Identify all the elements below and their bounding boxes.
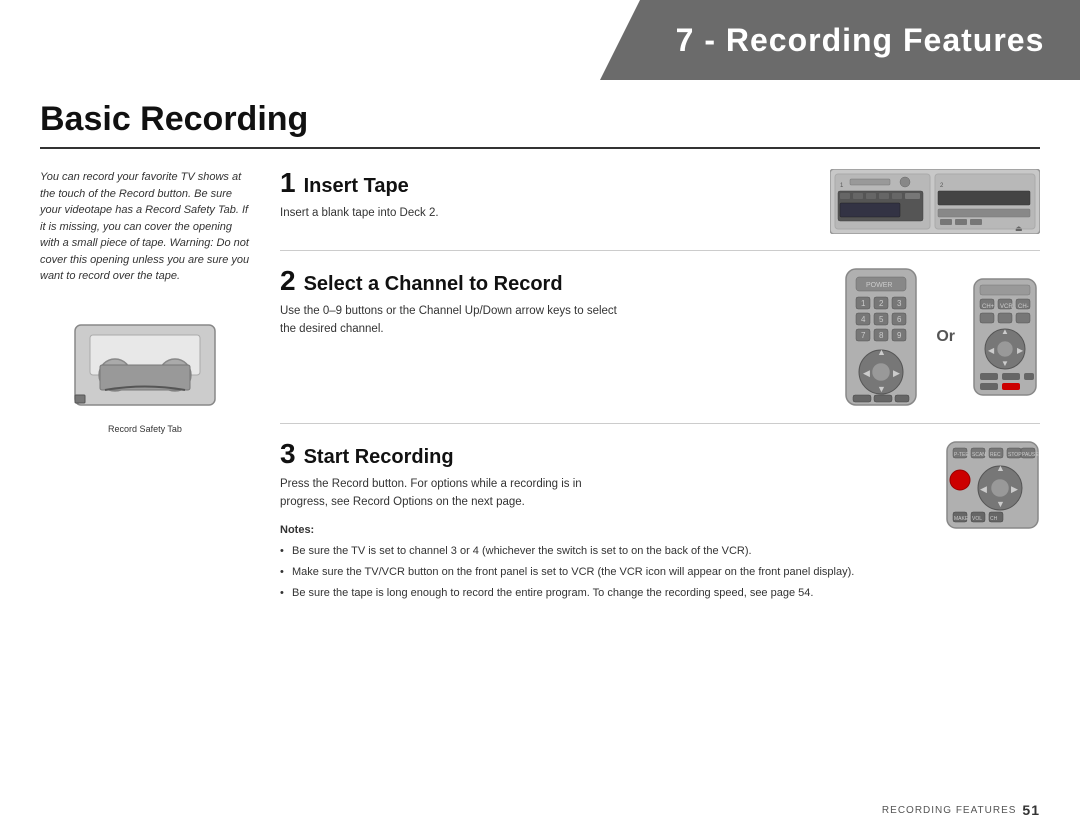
svg-text:1: 1 bbox=[861, 299, 866, 308]
svg-text:5: 5 bbox=[879, 315, 884, 324]
svg-text:CH: CH bbox=[990, 516, 998, 522]
svg-text:◀: ◀ bbox=[980, 484, 987, 494]
right-column: 1 Insert Tape Insert a blank tape into D… bbox=[280, 169, 1040, 637]
step-3-content: 3 Start Recording Press the Record butto… bbox=[280, 440, 925, 605]
step-2-section: 2 Select a Channel to Record Use the 0–9… bbox=[280, 267, 1040, 424]
svg-text:P-TEE: P-TEE bbox=[954, 452, 969, 458]
vcr-front-icon: 1 bbox=[830, 169, 1040, 234]
svg-text:REC: REC bbox=[990, 452, 1001, 458]
svg-text:VOL: VOL bbox=[972, 516, 982, 522]
remote-1-icon: POWER 1 bbox=[841, 267, 921, 407]
svg-text:MAKE: MAKE bbox=[954, 516, 969, 522]
step-1-header: 1 Insert Tape bbox=[280, 169, 810, 198]
cassette-label: Record Safety Tab bbox=[40, 424, 250, 434]
note-item-1: Be sure the TV is set to channel 3 or 4 … bbox=[280, 543, 925, 561]
svg-text:▲: ▲ bbox=[1001, 327, 1009, 336]
step-3-row: 3 Start Recording Press the Record butto… bbox=[280, 440, 1040, 605]
header-banner: 7 - Recording Features bbox=[600, 0, 1080, 80]
svg-text:CH+: CH+ bbox=[982, 304, 995, 310]
svg-text:8: 8 bbox=[879, 331, 884, 340]
step-2-row: 2 Select a Channel to Record Use the 0–9… bbox=[280, 267, 1040, 407]
remote-3-icon: P-TEE SCAN REC STOP PAUSE ▲ ▼ bbox=[945, 440, 1040, 530]
svg-text:◀: ◀ bbox=[988, 346, 995, 355]
left-column: You can record your favorite TV shows at… bbox=[40, 169, 250, 637]
svg-text:⏏: ⏏ bbox=[1015, 224, 1023, 233]
page-footer: RECORDING FEATURES 51 bbox=[882, 802, 1040, 818]
svg-text:6: 6 bbox=[897, 315, 902, 324]
svg-text:SCAN: SCAN bbox=[972, 452, 986, 458]
step-2-header: 2 Select a Channel to Record bbox=[280, 267, 821, 296]
step-1-image: 1 bbox=[830, 169, 1040, 234]
notes-section: Notes: Be sure the TV is set to channel … bbox=[280, 522, 925, 602]
svg-text:9: 9 bbox=[897, 331, 902, 340]
step-3-image: P-TEE SCAN REC STOP PAUSE ▲ ▼ bbox=[945, 440, 1040, 530]
cassette-image-container: Record Safety Tab bbox=[40, 305, 250, 434]
notes-title: Notes: bbox=[280, 522, 925, 540]
remote-2-icon: CH+ VCR CH- ▲ ▼ ◀ bbox=[970, 277, 1040, 397]
step-1-content: 1 Insert Tape Insert a blank tape into D… bbox=[280, 169, 810, 222]
svg-text:▲: ▲ bbox=[996, 463, 1005, 473]
note-item-2: Make sure the TV/VCR button on the front… bbox=[280, 564, 925, 582]
svg-text:▶: ▶ bbox=[1011, 484, 1018, 494]
svg-text:2: 2 bbox=[879, 299, 884, 308]
step-2-number: 2 bbox=[280, 267, 296, 295]
svg-text:VCR: VCR bbox=[1000, 304, 1013, 310]
svg-text:3: 3 bbox=[897, 299, 902, 308]
svg-text:POWER: POWER bbox=[866, 282, 892, 289]
step-2-image: POWER 1 bbox=[841, 267, 1040, 407]
svg-text:▼: ▼ bbox=[1001, 359, 1009, 368]
svg-text:▼: ▼ bbox=[877, 384, 886, 394]
svg-text:▶: ▶ bbox=[1017, 346, 1024, 355]
content-layout: You can record your favorite TV shows at… bbox=[40, 169, 1040, 637]
or-label: Or bbox=[936, 328, 955, 346]
step-1-description: Insert a blank tape into Deck 2. bbox=[280, 204, 620, 222]
svg-text:PAUSE: PAUSE bbox=[1022, 452, 1039, 458]
page-number: 51 bbox=[1022, 802, 1040, 818]
svg-text:▲: ▲ bbox=[877, 347, 886, 357]
intro-text: You can record your favorite TV shows at… bbox=[40, 169, 250, 285]
step-2-description: Use the 0–9 buttons or the Channel Up/Do… bbox=[280, 302, 620, 339]
svg-text:◀: ◀ bbox=[863, 368, 870, 378]
footer-label: RECORDING FEATURES bbox=[882, 805, 1017, 816]
svg-text:4: 4 bbox=[861, 315, 866, 324]
svg-text:▶: ▶ bbox=[893, 368, 900, 378]
svg-text:CH-: CH- bbox=[1018, 304, 1029, 310]
svg-text:▼: ▼ bbox=[996, 499, 1005, 509]
step-2-title: Select a Channel to Record bbox=[304, 273, 563, 296]
svg-text:STOP: STOP bbox=[1008, 452, 1022, 458]
note-item-3: Be sure the tape is long enough to recor… bbox=[280, 585, 925, 603]
page-title: Basic Recording bbox=[40, 100, 1040, 149]
step-3-number: 3 bbox=[280, 440, 296, 468]
step-3-header: 3 Start Recording bbox=[280, 440, 925, 469]
notes-list: Be sure the TV is set to channel 3 or 4 … bbox=[280, 543, 925, 602]
step-1-row: 1 Insert Tape Insert a blank tape into D… bbox=[280, 169, 1040, 234]
svg-text:7: 7 bbox=[861, 331, 866, 340]
step-3-section: 3 Start Recording Press the Record butto… bbox=[280, 440, 1040, 621]
header-title: 7 - Recording Features bbox=[636, 22, 1045, 59]
step-1-title: Insert Tape bbox=[304, 175, 409, 198]
step-1-number: 1 bbox=[280, 169, 296, 197]
main-content: Basic Recording You can record your favo… bbox=[40, 100, 1040, 794]
step-3-title: Start Recording bbox=[304, 446, 454, 469]
step-1-section: 1 Insert Tape Insert a blank tape into D… bbox=[280, 169, 1040, 251]
step-2-content: 2 Select a Channel to Record Use the 0–9… bbox=[280, 267, 821, 339]
cassette-icon bbox=[70, 305, 220, 415]
step-3-description: Press the Record button. For options whi… bbox=[280, 475, 620, 512]
